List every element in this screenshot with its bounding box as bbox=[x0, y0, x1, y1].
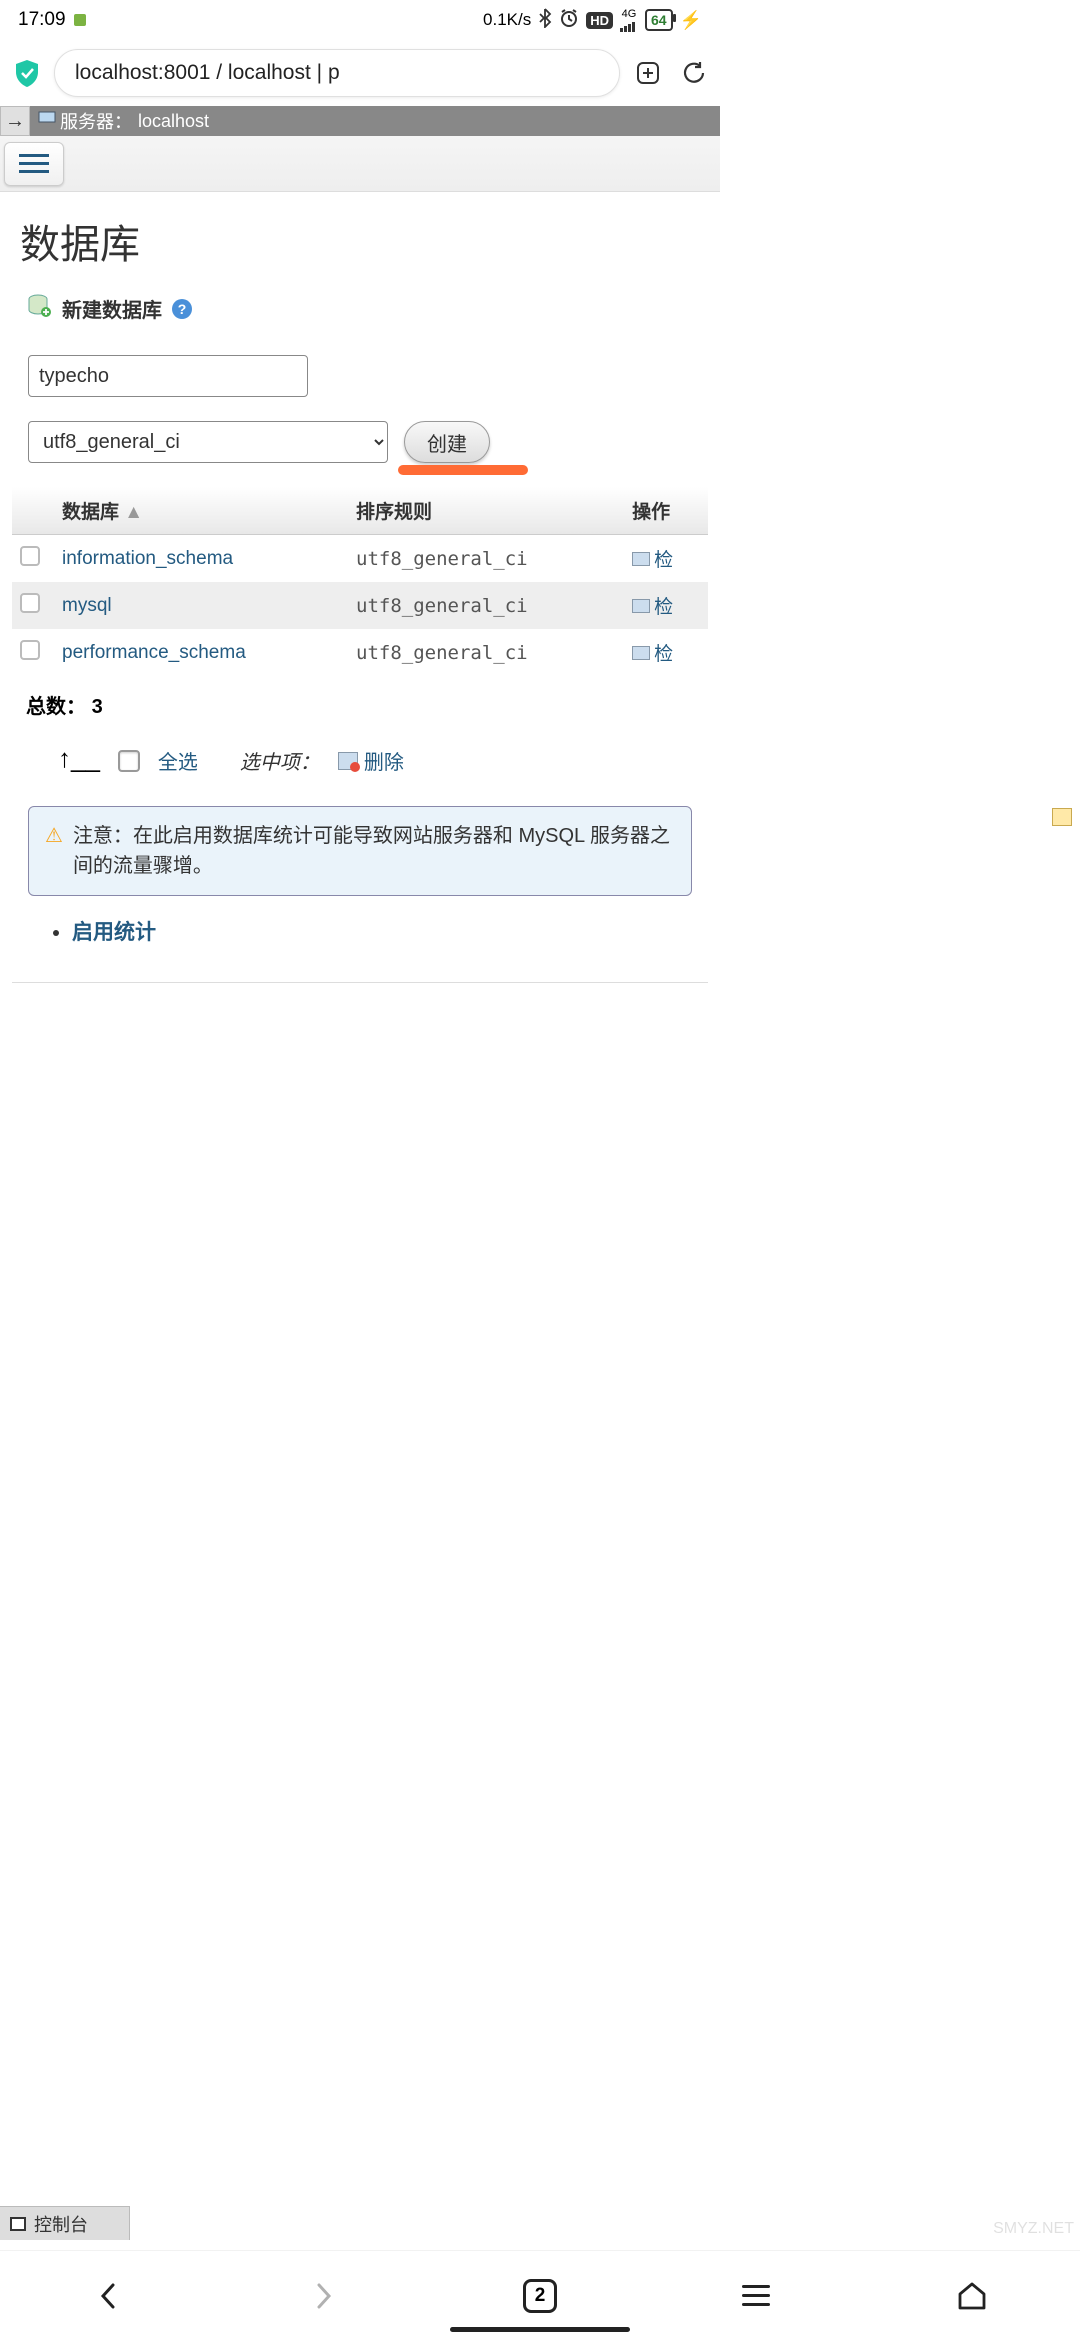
table-row: mysql utf8_general_ci 检 bbox=[12, 582, 708, 629]
shield-icon[interactable] bbox=[14, 58, 40, 88]
col-action: 操作 bbox=[624, 487, 708, 535]
db-link[interactable]: performance_schema bbox=[62, 642, 246, 663]
bluetooth-icon bbox=[538, 8, 552, 33]
check-privileges-link[interactable]: 检 bbox=[632, 639, 700, 666]
status-bar: 17:09 0.1K/s HD 4G 64 ⚡ bbox=[0, 0, 720, 40]
page-title: 数据库 bbox=[20, 212, 708, 270]
console-icon bbox=[10, 2217, 26, 2231]
notice-box: ⚠ 注意：在此启用数据库统计可能导致网站服务器和 MySQL 服务器之间的流量骤… bbox=[28, 806, 692, 896]
server-label: 服务器： bbox=[60, 108, 132, 134]
row-collation: utf8_general_ci bbox=[348, 582, 624, 629]
total-count: 总数： 3 bbox=[12, 676, 708, 719]
reload-icon[interactable] bbox=[680, 59, 708, 87]
gesture-bar bbox=[450, 2327, 630, 2332]
status-indicator-icon bbox=[74, 14, 86, 26]
select-all-link[interactable]: 全选 bbox=[158, 746, 198, 775]
enable-stats-link[interactable]: 启用统计 bbox=[72, 921, 156, 944]
col-collation[interactable]: 排序规则 bbox=[348, 487, 624, 535]
database-table: 数据库 ▲ 排序规则 操作 information_schema utf8_ge… bbox=[12, 487, 708, 676]
create-button[interactable]: 创建 bbox=[404, 421, 490, 463]
select-all-checkbox[interactable] bbox=[118, 750, 140, 772]
new-database-icon bbox=[28, 294, 52, 323]
battery-icon: 64 bbox=[645, 9, 673, 31]
sticky-note-icon[interactable] bbox=[1052, 808, 1072, 826]
table-row: information_schema utf8_general_ci 检 bbox=[12, 535, 708, 583]
col-database[interactable]: 数据库 ▲ bbox=[54, 487, 348, 535]
row-checkbox[interactable] bbox=[20, 546, 40, 566]
url-text: localhost:8001 / localhost | p bbox=[75, 61, 340, 85]
sort-asc-icon: ▲ bbox=[124, 502, 143, 523]
home-button[interactable] bbox=[952, 2276, 992, 2316]
notice-prefix: 注意： bbox=[73, 825, 133, 847]
db-name-input[interactable] bbox=[28, 355, 308, 397]
back-button[interactable] bbox=[88, 2276, 128, 2316]
row-collation: utf8_general_ci bbox=[348, 535, 624, 583]
col-checkbox bbox=[12, 487, 54, 535]
charging-icon: ⚡ bbox=[680, 10, 702, 31]
table-icon bbox=[632, 552, 650, 566]
breadcrumb-bar: → 服务器： localhost bbox=[0, 106, 720, 136]
server-icon bbox=[38, 111, 56, 132]
browser-toolbar: localhost:8001 / localhost | p bbox=[0, 40, 720, 106]
warning-icon: ⚠ bbox=[45, 821, 63, 881]
db-link[interactable]: information_schema bbox=[62, 548, 233, 569]
check-privileges-link[interactable]: 检 bbox=[632, 545, 700, 572]
menu-button[interactable] bbox=[736, 2276, 776, 2316]
help-icon[interactable]: ? bbox=[172, 299, 192, 319]
divider bbox=[12, 982, 708, 983]
notice-text: 在此启用数据库统计可能导致网站服务器和 MySQL 服务器之间的流量骤增。 bbox=[73, 825, 670, 877]
alarm-icon bbox=[559, 8, 579, 33]
collation-select[interactable]: utf8_general_ci bbox=[28, 421, 388, 463]
check-privileges-link[interactable]: 检 bbox=[632, 592, 700, 619]
console-toggle[interactable]: 控制台 bbox=[0, 2206, 130, 2240]
status-time: 17:09 bbox=[18, 9, 66, 31]
tabs-button[interactable]: 2 bbox=[520, 2276, 560, 2316]
menu-toggle-button[interactable] bbox=[4, 142, 64, 186]
bulk-actions: ↑__ 全选 选中项： 删除 bbox=[12, 719, 708, 796]
row-checkbox[interactable] bbox=[20, 593, 40, 613]
selected-items-label: 选中项： bbox=[240, 746, 320, 775]
bookmark-add-icon[interactable] bbox=[634, 59, 662, 87]
panel-toggle-arrow[interactable]: → bbox=[0, 106, 30, 136]
signal-4g: 4G bbox=[620, 9, 638, 32]
row-collation: utf8_general_ci bbox=[348, 629, 624, 676]
arrow-up-icon: ↑__ bbox=[58, 743, 100, 774]
tab-count: 2 bbox=[535, 2285, 546, 2307]
create-db-label: 新建数据库 bbox=[62, 294, 162, 323]
hd-icon: HD bbox=[586, 12, 613, 29]
row-checkbox[interactable] bbox=[20, 640, 40, 660]
watermark: SMYZ.NET bbox=[993, 2220, 1074, 2238]
url-field[interactable]: localhost:8001 / localhost | p bbox=[54, 49, 620, 97]
delete-icon bbox=[338, 752, 358, 770]
delete-button[interactable]: 删除 bbox=[338, 746, 404, 775]
table-icon bbox=[632, 646, 650, 660]
table-row: performance_schema utf8_general_ci 检 bbox=[12, 629, 708, 676]
network-speed: 0.1K/s bbox=[483, 10, 531, 30]
forward-button[interactable] bbox=[304, 2276, 344, 2316]
server-name[interactable]: localhost bbox=[138, 111, 209, 132]
db-link[interactable]: mysql bbox=[62, 595, 112, 616]
table-icon bbox=[632, 599, 650, 613]
